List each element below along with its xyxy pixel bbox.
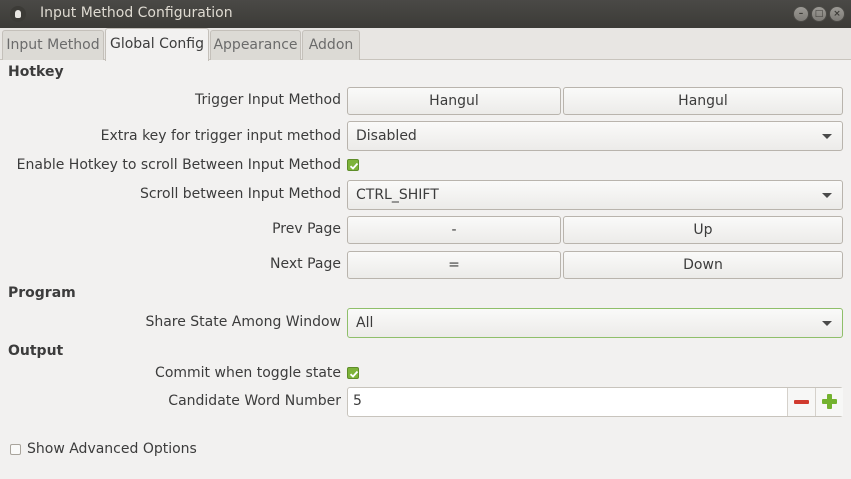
tab-addon[interactable]: Addon (302, 30, 360, 60)
window-controls: – □ × (793, 6, 845, 22)
minimize-icon[interactable]: – (793, 6, 809, 22)
scroll-between-combo[interactable]: CTRL_SHIFT (347, 180, 843, 210)
enable-scroll-checkbox[interactable] (347, 159, 359, 171)
maximize-icon[interactable]: □ (811, 6, 827, 22)
section-program: Program (8, 285, 76, 301)
prev-page-key-button-1[interactable]: - (347, 216, 561, 244)
section-hotkey: Hotkey (8, 64, 64, 80)
enable-scroll-label: Enable Hotkey to scroll Between Input Me… (16, 157, 341, 173)
checkmark-icon (349, 162, 359, 170)
app-icon (10, 6, 26, 22)
minus-icon (794, 400, 809, 404)
commit-toggle-label: Commit when toggle state (155, 365, 341, 381)
trigger-key-button-1[interactable]: Hangul (347, 87, 561, 115)
checkmark-icon (349, 370, 359, 378)
share-state-combo[interactable]: All (347, 308, 843, 338)
section-output: Output (8, 343, 64, 359)
tab-global-config[interactable]: Global Config (105, 28, 209, 61)
tab-bar: Input Method Global Config Appearance Ad… (0, 28, 851, 61)
extra-key-label: Extra key for trigger input method (100, 128, 341, 144)
show-advanced-label[interactable]: Show Advanced Options (27, 441, 197, 457)
candidate-word-value[interactable]: 5 (353, 393, 362, 409)
next-page-label: Next Page (270, 256, 341, 272)
window-title: Input Method Configuration (40, 5, 233, 21)
show-advanced-checkbox[interactable] (10, 444, 21, 455)
candidate-word-label: Candidate Word Number (168, 393, 341, 409)
extra-key-combo[interactable]: Disabled (347, 121, 843, 151)
tab-appearance[interactable]: Appearance (210, 30, 301, 60)
chevron-down-icon (822, 321, 832, 326)
prev-page-label: Prev Page (272, 221, 341, 237)
candidate-word-spinner[interactable]: 5 (347, 387, 843, 417)
next-page-key-button-1[interactable]: = (347, 251, 561, 279)
share-state-value: All (356, 315, 374, 331)
prev-page-key-button-2[interactable]: Up (563, 216, 843, 244)
chevron-down-icon (822, 134, 832, 139)
share-state-label: Share State Among Window (145, 314, 341, 330)
close-icon[interactable]: × (829, 6, 845, 22)
tab-input-method[interactable]: Input Method (2, 30, 104, 60)
scroll-between-value: CTRL_SHIFT (356, 187, 439, 203)
commit-toggle-checkbox[interactable] (347, 367, 359, 379)
scroll-between-label: Scroll between Input Method (139, 186, 341, 202)
next-page-key-button-2[interactable]: Down (563, 251, 843, 279)
trigger-input-method-label: Trigger Input Method (195, 92, 341, 108)
chevron-down-icon (822, 193, 832, 198)
trigger-key-button-2[interactable]: Hangul (563, 87, 843, 115)
increment-button[interactable] (815, 388, 843, 416)
decrement-button[interactable] (787, 388, 815, 416)
title-bar: Input Method Configuration – □ × (0, 0, 851, 28)
extra-key-value: Disabled (356, 128, 417, 144)
